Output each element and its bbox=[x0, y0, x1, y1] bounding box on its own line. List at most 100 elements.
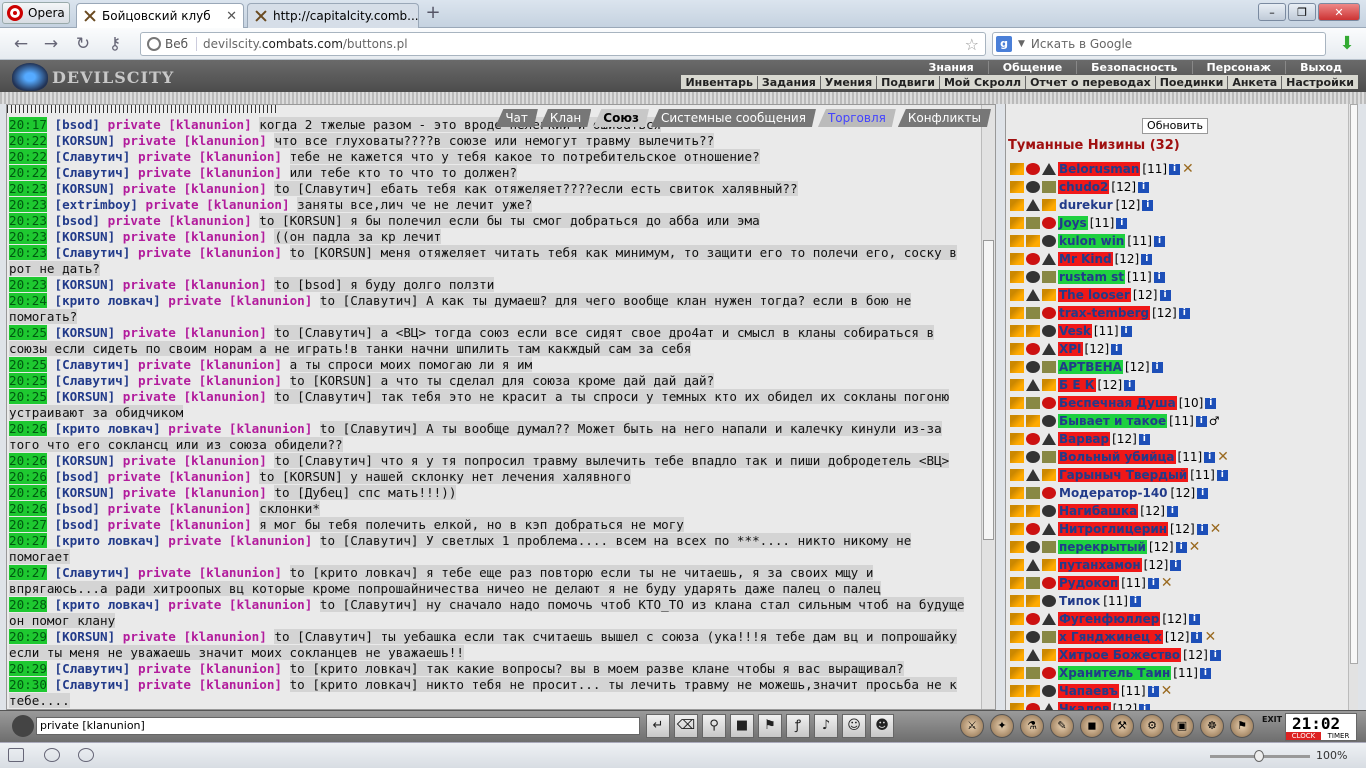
message-nick[interactable]: [KORSUN] bbox=[55, 629, 116, 644]
message-time[interactable]: 20:27 bbox=[9, 517, 47, 532]
private-message-icon[interactable] bbox=[1010, 541, 1024, 553]
user-name[interactable]: АРТВЕНА bbox=[1058, 360, 1123, 374]
private-message-icon[interactable] bbox=[1010, 199, 1024, 211]
clan-icon[interactable] bbox=[1042, 163, 1056, 175]
message-nick[interactable]: [крито ловкач] bbox=[55, 421, 161, 436]
private-message-icon[interactable] bbox=[1010, 631, 1024, 643]
message-time[interactable]: 20:23 bbox=[9, 181, 47, 196]
info-icon[interactable]: i bbox=[1129, 595, 1141, 607]
message-time[interactable]: 20:24 bbox=[9, 293, 47, 308]
menu-character[interactable]: Персонаж bbox=[1193, 61, 1287, 74]
smiley-run-icon[interactable]: ⚑ bbox=[758, 714, 782, 738]
private-message-icon[interactable] bbox=[1010, 685, 1024, 697]
private-message-icon[interactable] bbox=[1010, 487, 1024, 499]
user-name[interactable]: Типок bbox=[1058, 594, 1101, 608]
private-label[interactable]: private [klanunion] bbox=[123, 325, 267, 340]
message-nick[interactable]: [Славутич] bbox=[55, 373, 131, 388]
private-label[interactable]: private [klanunion] bbox=[138, 357, 282, 372]
message-time[interactable]: 20:26 bbox=[9, 421, 47, 436]
user-name[interactable]: Модератор-140 bbox=[1058, 486, 1169, 500]
clan-icon[interactable] bbox=[1042, 361, 1056, 373]
private-label[interactable]: private [klanunion] bbox=[108, 517, 252, 532]
message-nick[interactable]: [крито ловкач] bbox=[55, 597, 161, 612]
message-nick[interactable]: [крито ловкач] bbox=[55, 293, 161, 308]
user-name[interactable]: путанхамон bbox=[1058, 558, 1142, 572]
reload-icon[interactable]: ↻ bbox=[72, 34, 94, 54]
private-label[interactable]: private [klanunion] bbox=[138, 149, 282, 164]
submenu-inventory[interactable]: Инвентарь bbox=[681, 75, 758, 89]
user-name[interactable]: Б Е К bbox=[1058, 378, 1096, 392]
private-label[interactable]: private [klanunion] bbox=[138, 677, 282, 692]
private-label[interactable]: private [klanunion] bbox=[123, 389, 267, 404]
message-nick[interactable]: [Славутич] bbox=[55, 357, 131, 372]
info-icon[interactable]: i bbox=[1142, 199, 1154, 211]
clan-icon[interactable] bbox=[1042, 271, 1056, 283]
private-label[interactable]: private [klanunion] bbox=[138, 661, 282, 676]
message-time[interactable]: 20:25 bbox=[9, 325, 47, 340]
submenu-feats[interactable]: Подвиги bbox=[877, 75, 940, 89]
info-icon[interactable]: i bbox=[1147, 577, 1159, 589]
private-message-icon[interactable] bbox=[1010, 703, 1024, 710]
user-name[interactable]: Joys bbox=[1058, 216, 1088, 230]
message-nick[interactable]: [KORSUN] bbox=[55, 229, 116, 244]
info-icon[interactable]: i bbox=[1153, 271, 1165, 283]
private-label[interactable]: private [klanunion] bbox=[138, 165, 282, 180]
user-name[interactable]: kulon win bbox=[1058, 234, 1126, 248]
message-nick[interactable]: [KORSUN] bbox=[55, 277, 116, 292]
info-icon[interactable]: i bbox=[1175, 541, 1187, 553]
private-label[interactable]: private [klanunion] bbox=[168, 533, 312, 548]
user-name[interactable]: Фугенфюллер bbox=[1058, 612, 1161, 626]
info-icon[interactable]: i bbox=[1199, 667, 1211, 679]
tab-capitalcity[interactable]: http://capitalcity.comb... ✕ bbox=[247, 3, 419, 28]
flag-icon[interactable]: ⚑ bbox=[1230, 714, 1254, 738]
info-icon[interactable]: i bbox=[1191, 631, 1203, 643]
info-icon[interactable]: i bbox=[1141, 253, 1153, 265]
clan-icon[interactable] bbox=[1042, 325, 1056, 337]
private-message-icon[interactable] bbox=[1010, 217, 1024, 229]
message-nick[interactable]: [bsod] bbox=[55, 517, 101, 532]
new-tab-icon[interactable]: + bbox=[424, 4, 442, 23]
info-icon[interactable]: i bbox=[1170, 559, 1182, 571]
user-name[interactable]: Нитроглицерин bbox=[1058, 522, 1169, 536]
menu-exit[interactable]: Выход bbox=[1286, 61, 1356, 74]
private-label[interactable]: private [klanunion] bbox=[146, 197, 290, 212]
clock-label[interactable]: CLOCK bbox=[1286, 732, 1321, 740]
url-field[interactable]: Веб devilscity.combats.com/buttons.pl ☆ bbox=[140, 32, 986, 56]
message-time[interactable]: 20:25 bbox=[9, 389, 47, 404]
user-name[interactable]: Чапаевъ bbox=[1058, 684, 1119, 698]
private-label[interactable]: private [klanunion] bbox=[123, 133, 267, 148]
clan-icon[interactable] bbox=[1042, 379, 1056, 391]
private-message-icon[interactable] bbox=[1010, 325, 1024, 337]
message-time[interactable]: 20:26 bbox=[9, 453, 47, 468]
message-nick[interactable]: [Славутич] bbox=[55, 565, 131, 580]
info-icon[interactable]: i bbox=[1204, 451, 1216, 463]
clan-icon[interactable] bbox=[1042, 541, 1056, 553]
clan-icon[interactable]: ⚙ bbox=[1140, 714, 1164, 738]
private-label[interactable]: private [klanunion] bbox=[108, 469, 252, 484]
clan-icon[interactable] bbox=[1042, 685, 1056, 697]
user-name[interactable]: Чкалов bbox=[1058, 702, 1111, 710]
user-name[interactable]: Vesk bbox=[1058, 324, 1092, 338]
info-icon[interactable]: i bbox=[1120, 325, 1132, 337]
tab-chat[interactable]: Чат bbox=[495, 109, 538, 127]
info-icon[interactable]: i bbox=[1151, 361, 1163, 373]
user-name[interactable]: Рудокоп bbox=[1058, 576, 1120, 590]
message-nick[interactable]: [KORSUN] bbox=[55, 389, 116, 404]
key-icon[interactable]: ⚷ bbox=[104, 34, 126, 54]
private-label[interactable]: private [klanunion] bbox=[123, 277, 267, 292]
user-name[interactable]: Вольный убийца bbox=[1058, 450, 1176, 464]
potion-icon[interactable]: ⚗ bbox=[1020, 714, 1044, 738]
tab-system[interactable]: Системные сообщения bbox=[651, 109, 816, 127]
private-label[interactable]: private [klanunion] bbox=[123, 485, 267, 500]
user-name[interactable]: chudo2 bbox=[1058, 180, 1110, 194]
message-time[interactable]: 20:22 bbox=[9, 165, 47, 180]
private-label[interactable]: private [klanunion] bbox=[108, 213, 252, 228]
message-time[interactable]: 20:28 bbox=[9, 597, 47, 612]
info-icon[interactable]: i bbox=[1188, 613, 1200, 625]
clan-icon[interactable] bbox=[1042, 307, 1056, 319]
room-scrollbar[interactable] bbox=[1348, 104, 1358, 710]
clan-icon[interactable] bbox=[1042, 289, 1056, 301]
message-nick[interactable]: [bsod] bbox=[55, 117, 101, 132]
tab-union[interactable]: Союз bbox=[593, 109, 649, 127]
user-name[interactable]: XPI bbox=[1058, 342, 1083, 356]
